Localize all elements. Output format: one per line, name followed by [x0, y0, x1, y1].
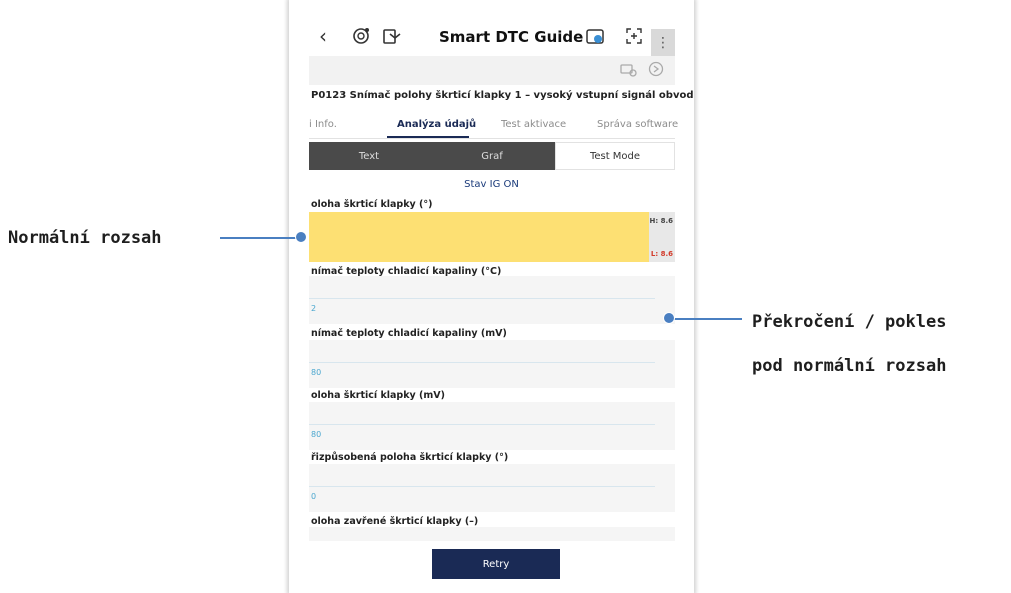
high-limit: H: 8.6: [649, 217, 674, 225]
callout-out-of-range-line2: pod normální rozsah: [752, 356, 947, 376]
param-graph: 80: [309, 402, 675, 450]
retry-button[interactable]: Retry: [432, 549, 560, 579]
param-graph: 0: [309, 464, 675, 512]
vehicle-icon[interactable]: [619, 60, 637, 82]
callout-normal-range: Normální rozsah: [8, 228, 162, 248]
tab-bar: i Info. Analýza údajů Test aktivace Sprá…: [309, 116, 678, 139]
param-graph: 2: [309, 276, 675, 324]
param-value: 80: [311, 430, 322, 439]
segment-text[interactable]: Text: [309, 142, 429, 170]
callout-leader-line: [220, 237, 300, 239]
param-graph-in-range: [309, 212, 649, 262]
callout-out-of-range-line1: Překročení / pokles: [752, 312, 947, 332]
graph-line: [309, 424, 655, 425]
kebab-icon: ⋮: [656, 35, 670, 51]
export-icon[interactable]: [381, 24, 401, 48]
param-graph: [309, 527, 675, 541]
param-label: oloha škrticí klapky (°): [311, 199, 433, 210]
param-label: oloha zavřené škrticí klapky (–): [311, 516, 479, 527]
param-value: 0: [311, 492, 317, 501]
tab-software-management[interactable]: Správa software: [597, 119, 678, 130]
param-label: řizpůsobená poloha škrticí klapky (°): [311, 452, 509, 463]
param-label: nímač teploty chladicí kapaliny (mV): [311, 328, 507, 339]
page-title: Smart DTC Guide: [439, 28, 584, 46]
segment-test-mode[interactable]: Test Mode: [555, 142, 675, 170]
more-menu-button[interactable]: ⋮: [651, 29, 675, 57]
screenshot-icon[interactable]: [625, 24, 643, 48]
tab-info[interactable]: i Info.: [309, 119, 337, 130]
ignition-status: Stav IG ON: [464, 179, 519, 190]
param-value: 2: [311, 304, 317, 313]
segment-graph[interactable]: Graf: [429, 142, 555, 170]
callout-marker: [663, 312, 675, 324]
callout-marker: [295, 231, 307, 243]
graph-line: [309, 486, 655, 487]
param-label: oloha škrticí klapky (mV): [311, 390, 445, 401]
tab-data-analysis[interactable]: Analýza údajů: [397, 119, 476, 130]
active-tab-indicator: [387, 136, 469, 138]
param-graph: 80: [309, 340, 675, 388]
dtc-title: P0123 Snímač polohy škrticí klapky 1 – v…: [311, 90, 694, 101]
back-icon[interactable]: ‹: [319, 24, 327, 48]
camera-icon[interactable]: [585, 24, 607, 48]
diagnostic-icon[interactable]: [351, 24, 371, 48]
graph-line: [309, 362, 655, 363]
callout-leader-line: [672, 318, 742, 320]
refresh-icon[interactable]: [647, 60, 665, 82]
view-mode-switch: Text Graf Test Mode: [309, 142, 675, 170]
graph-line: [309, 298, 655, 299]
range-limits: H: 8.6 L: 8.6: [649, 212, 675, 262]
phone-screen: ‹ Smart DTC Guide ⋮ P0123 Snímač polohy …: [289, 0, 694, 593]
tab-activation-test[interactable]: Test aktivace: [501, 119, 566, 130]
param-value: 80: [311, 368, 322, 377]
app-header: ‹ Smart DTC Guide ⋮: [289, 18, 694, 58]
toolbar-strip: [309, 56, 675, 85]
low-limit: L: 8.6: [650, 250, 673, 258]
